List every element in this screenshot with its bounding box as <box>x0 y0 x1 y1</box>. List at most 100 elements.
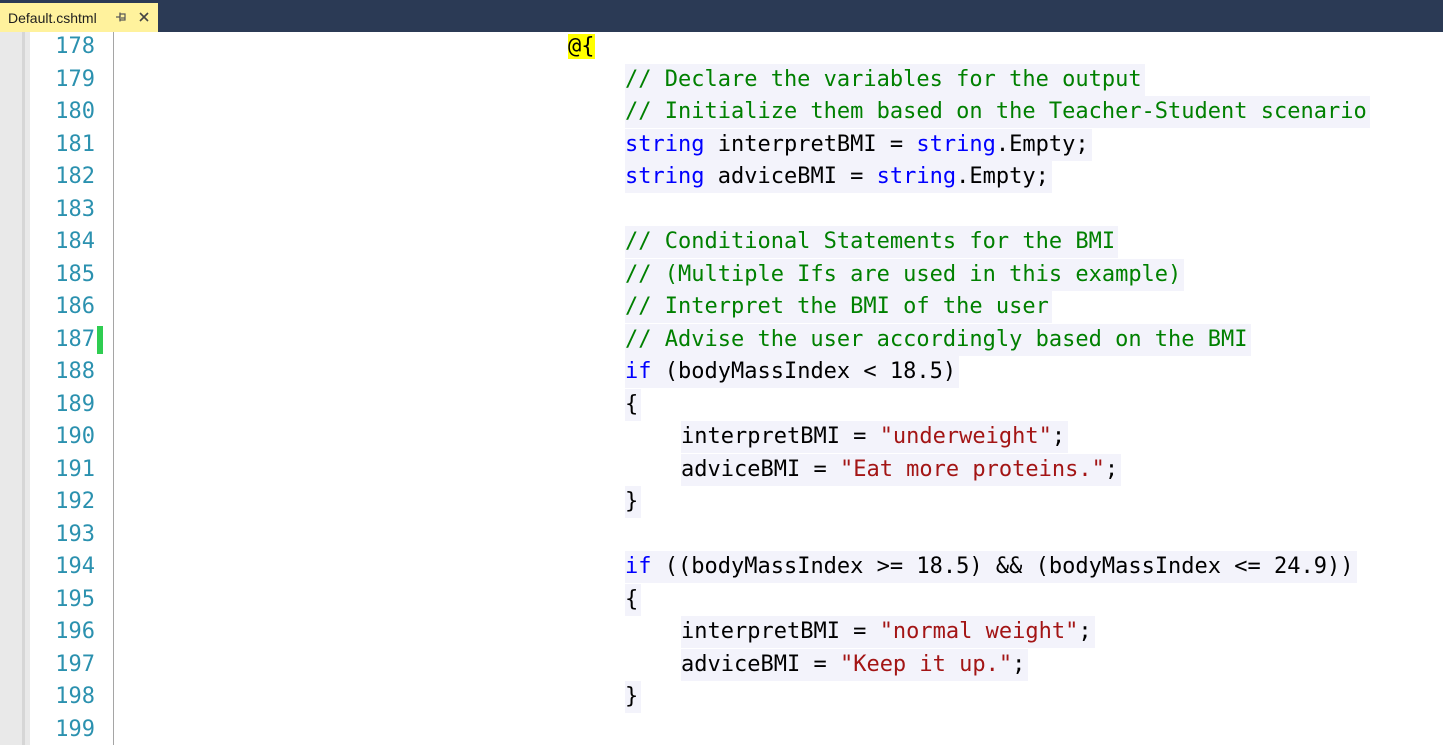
code-text[interactable]: interpretBMI = "normal weight"; <box>681 616 1095 648</box>
code-text[interactable]: // Declare the variables for the output <box>625 63 1145 96</box>
code-line[interactable]: 199 <box>0 714 1443 745</box>
code-token: adviceBMI = <box>681 456 840 482</box>
line-number: 188 <box>55 359 95 384</box>
string-token: "Eat more proteins." <box>839 456 1105 482</box>
tab-title[interactable]: Default.cshtml <box>8 10 97 26</box>
code-line[interactable]: 198} <box>0 681 1443 713</box>
code-token: interpretBMI = <box>704 131 917 157</box>
keyword-token: string <box>916 131 996 157</box>
line-number: 184 <box>55 229 95 254</box>
code-token: { <box>625 586 639 612</box>
line-number: 192 <box>55 489 95 514</box>
keyword-token: if <box>625 554 652 579</box>
keyword-token: if <box>625 359 652 384</box>
code-text[interactable]: adviceBMI = "Keep it up."; <box>681 648 1029 681</box>
line-number: 191 <box>55 456 95 482</box>
razor-block-token: @{ <box>568 34 595 59</box>
code-token: ; <box>1051 424 1066 449</box>
code-text[interactable]: { <box>625 583 642 616</box>
code-token: ; <box>1078 619 1092 644</box>
code-line[interactable]: 185 // (Multiple Ifs are used in this exa… <box>0 258 1443 291</box>
code-token: interpretBMI = <box>681 619 880 644</box>
code-text[interactable]: } <box>625 681 642 713</box>
code-token: .Empty; <box>995 131 1089 157</box>
code-text[interactable]: { <box>625 388 642 421</box>
comment-token: // (Multiple Ifs are used in this exampl… <box>625 261 1182 287</box>
code-token: adviceBMI = <box>681 651 840 677</box>
code-line[interactable]: 194 if ((bodyMassIndex >= 18.5) && (bodyM… <box>0 551 1443 583</box>
code-line[interactable]: 190 interpretBMI = "underweight"; <box>0 421 1443 453</box>
code-text[interactable]: @{ <box>568 32 598 63</box>
keyword-token: string <box>625 164 705 189</box>
keyword-token: string <box>876 164 957 189</box>
code-line[interactable]: 192} <box>0 486 1443 518</box>
line-number: 179 <box>55 66 95 92</box>
code-line[interactable]: 191 adviceBMI = "Eat more proteins."; <box>0 453 1443 486</box>
pin-icon[interactable] <box>114 10 128 24</box>
comment-token: // Advise the user accordingly based on … <box>625 326 1248 352</box>
line-number: 178 <box>55 34 95 59</box>
code-text[interactable]: string interpretBMI = string.Empty; <box>625 128 1092 161</box>
line-number: 194 <box>55 554 95 579</box>
code-token: ; <box>1104 456 1119 482</box>
line-number: 187 <box>55 326 95 352</box>
keyword-token: string <box>625 131 705 157</box>
document-tab-strip: Default.cshtml <box>0 0 1443 32</box>
code-text[interactable]: // Advise the user accordingly based on … <box>625 323 1251 356</box>
line-number: 185 <box>55 261 95 287</box>
code-line[interactable]: 183 <box>0 194 1443 226</box>
code-text[interactable]: adviceBMI = "Eat more proteins."; <box>681 453 1122 486</box>
code-line[interactable]: 182 string adviceBMI = string.Empty; <box>0 161 1443 193</box>
line-number: 190 <box>55 424 95 449</box>
line-number: 198 <box>55 684 95 709</box>
code-line[interactable]: 181 string interpretBMI = string.Empty; <box>0 128 1443 161</box>
line-number: 182 <box>55 164 95 189</box>
code-editor-window: Default.cshtml 178 @{ 179 // Declare the va… <box>0 0 1443 745</box>
code-token: } <box>625 684 639 709</box>
code-text[interactable]: // Interpret the BMI of the user <box>625 291 1052 323</box>
line-number: 186 <box>55 294 95 319</box>
code-line[interactable]: 188 if (bodyMassIndex < 18.5) <box>0 356 1443 388</box>
code-line[interactable]: 178 @{ <box>0 32 1443 63</box>
line-number: 181 <box>55 131 95 157</box>
code-token: (bodyMassIndex < 18.5) <box>651 359 957 384</box>
code-token: } <box>625 489 639 514</box>
line-number: 180 <box>55 99 95 124</box>
code-line[interactable]: 193 <box>0 519 1443 551</box>
code-token: interpretBMI = <box>681 424 880 449</box>
comment-token: // Conditional Statements for the BMI <box>625 229 1116 254</box>
string-token: "underweight" <box>879 424 1052 449</box>
code-token: ; <box>1012 651 1026 677</box>
code-token: ((bodyMassIndex >= 18.5) && (bodyMassInd… <box>651 554 1354 579</box>
code-text[interactable]: interpretBMI = "underweight"; <box>681 421 1069 453</box>
close-icon[interactable] <box>137 10 151 24</box>
code-token: adviceBMI = <box>704 164 877 189</box>
code-line[interactable]: 179 // Declare the variables for the outp… <box>0 63 1443 96</box>
line-number: 199 <box>55 716 95 742</box>
code-line[interactable]: 186 // Interpret the BMI of the user <box>0 291 1443 323</box>
code-token: { <box>625 391 639 417</box>
code-line[interactable]: 197 adviceBMI = "Keep it up."; <box>0 648 1443 681</box>
code-token: .Empty; <box>956 164 1049 189</box>
code-line[interactable]: 195 { <box>0 583 1443 616</box>
code-text[interactable]: // (Multiple Ifs are used in this exampl… <box>625 258 1185 291</box>
line-number: 197 <box>55 651 95 677</box>
code-text[interactable]: } <box>625 486 642 518</box>
code-text[interactable]: if (bodyMassIndex < 18.5) <box>625 356 960 388</box>
code-line[interactable]: 187 // Advise the user accordingly based … <box>0 323 1443 356</box>
code-text[interactable]: // Conditional Statements for the BMI <box>625 226 1119 258</box>
code-line[interactable]: 189 { <box>0 388 1443 421</box>
code-line[interactable]: 180 // Initialize them based on the Teach… <box>0 96 1443 128</box>
tab-default-cshtml[interactable]: Default.cshtml <box>0 3 158 32</box>
code-text[interactable]: // Initialize them based on the Teacher-… <box>625 96 1370 128</box>
line-number: 193 <box>55 521 95 547</box>
code-text[interactable]: string adviceBMI = string.Empty; <box>625 161 1052 193</box>
code-text[interactable]: if ((bodyMassIndex >= 18.5) && (bodyMass… <box>625 551 1357 583</box>
code-line[interactable]: 184 // Conditional Statements for the BMI <box>0 226 1443 258</box>
code-editor[interactable]: 178 @{ 179 // Declare the variables for the… <box>0 32 1443 745</box>
line-number: 189 <box>55 391 95 417</box>
code-line[interactable]: 196 interpretBMI = "normal weight"; <box>0 616 1443 648</box>
comment-token: // Declare the variables for the output <box>625 66 1142 92</box>
line-number: 196 <box>55 619 95 644</box>
string-token: "Keep it up." <box>839 651 1013 677</box>
